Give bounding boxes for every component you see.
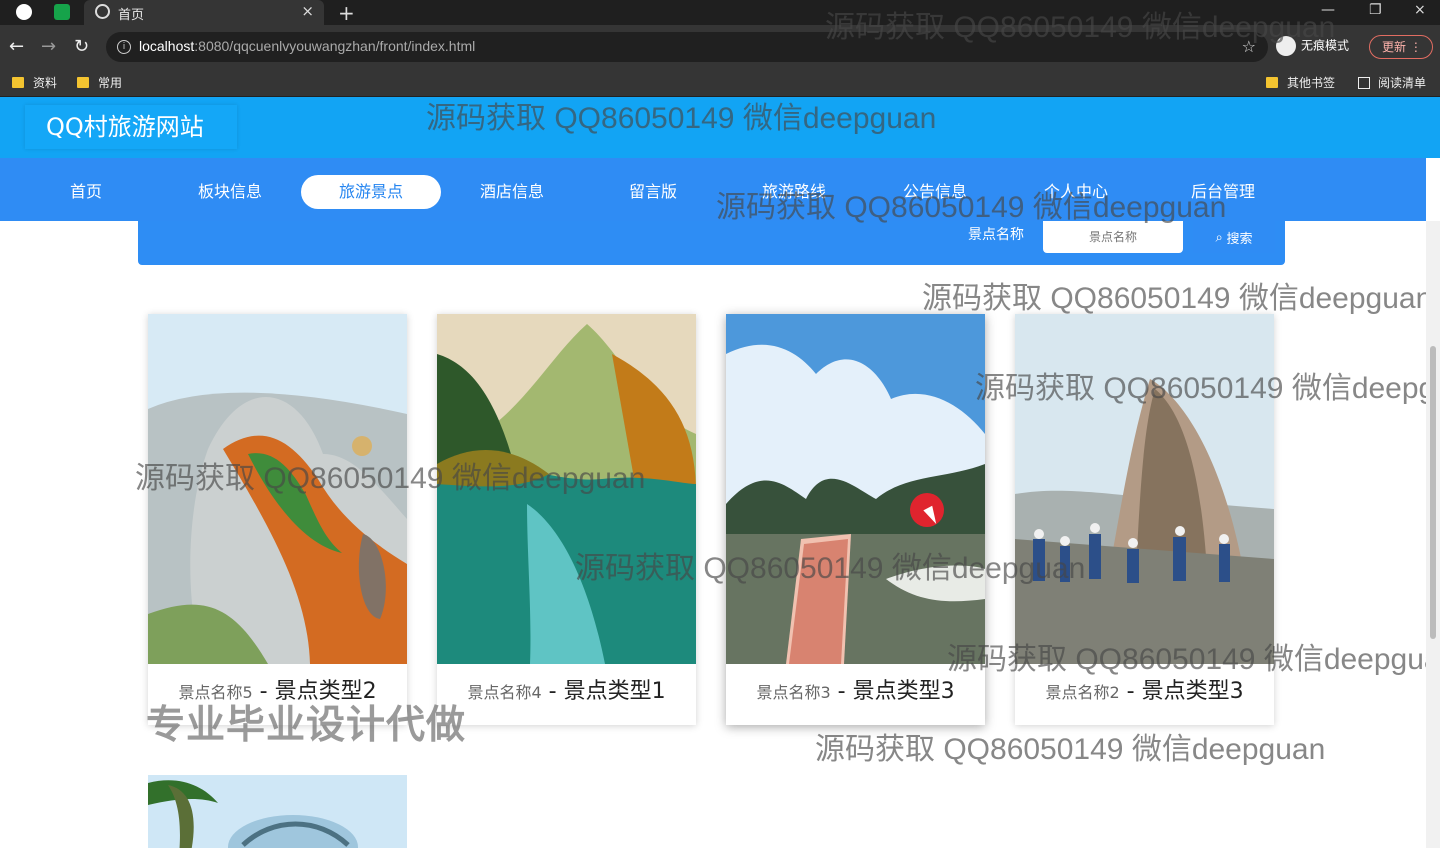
browser-address-row: ← → ↻ i localhost:8080/qqcuenlvyouwangzh… (0, 25, 1440, 68)
bookmark-folder-common[interactable]: 常用 (77, 74, 122, 91)
info-icon[interactable]: i (117, 40, 131, 54)
search-button[interactable]: ⌕ 搜索 (1193, 221, 1275, 253)
bookmarks-bar: 资料 常用 其他书签 阅读清单 (0, 68, 1440, 97)
reading-list-icon (1358, 77, 1370, 89)
new-tab-icon[interactable]: + (338, 1, 355, 25)
minimize-icon[interactable]: — (1321, 2, 1335, 18)
folder-icon (1266, 77, 1278, 88)
attraction-caption: 景点名称4 - 景点类型1 (467, 679, 666, 704)
attraction-image[interactable] (437, 314, 696, 664)
browser-tab-strip: 首页 × + — ❐ × (0, 0, 1440, 25)
nav-home[interactable]: 首页 (16, 175, 156, 209)
other-bookmarks[interactable]: 其他书签 (1266, 74, 1335, 91)
watermark: 源码获取 QQ86050149 微信deepguan (815, 733, 1326, 766)
main-navigation: 首页 板块信息 旅游景点 酒店信息 留言版 旅游路线 公告信息 个人中心 后台管… (0, 158, 1426, 221)
big-watermark: 专业毕业设计代做 (146, 703, 467, 748)
attraction-image[interactable] (1015, 314, 1274, 664)
nav-travel-routes[interactable]: 旅游路线 (724, 175, 864, 209)
incognito-mode[interactable]: 无痕模式 (1276, 36, 1349, 56)
url-text[interactable]: localhost:8080/qqcuenlvyouwangzhan/front… (139, 38, 475, 54)
incognito-icon (1276, 36, 1296, 56)
search-icon: ⌕ (1215, 229, 1223, 244)
attraction-caption: 景点名称3 - 景点类型3 (756, 679, 955, 704)
back-icon[interactable]: ← (9, 36, 24, 57)
nav-personal-center[interactable]: 个人中心 (1006, 175, 1146, 209)
address-bar[interactable]: i localhost:8080/qqcuenlvyouwangzhan/fro… (106, 32, 1268, 62)
attraction-image[interactable] (726, 314, 985, 664)
search-input[interactable] (1043, 221, 1183, 253)
update-button[interactable]: 更新 ⋮ (1369, 35, 1433, 59)
folder-icon (77, 77, 89, 88)
nav-admin[interactable]: 后台管理 (1153, 175, 1293, 209)
attraction-image[interactable] (148, 314, 407, 664)
active-browser-tab[interactable]: 首页 × (84, 0, 324, 25)
refresh-icon[interactable]: ↻ (74, 36, 89, 57)
page-globe-icon (95, 4, 110, 19)
tab-title: 首页 (118, 8, 145, 23)
attraction-card[interactable]: 景点名称4 - 景点类型1 (437, 314, 696, 725)
bookmark-star-icon[interactable]: ☆ (1242, 37, 1256, 56)
browser-globe-icon[interactable] (16, 4, 32, 20)
close-window-icon[interactable]: × (1414, 2, 1426, 18)
attraction-image-partial[interactable] (148, 775, 407, 848)
close-tab-icon[interactable]: × (301, 2, 314, 20)
page-scrollbar[interactable] (1426, 221, 1440, 848)
attraction-card[interactable]: 景点名称3 - 景点类型3 (726, 314, 985, 725)
search-panel: 景点名称 ⌕ 搜索 (138, 221, 1285, 265)
folder-icon (12, 77, 24, 88)
reading-list[interactable]: 阅读清单 (1358, 74, 1426, 91)
nav-tourist-attractions[interactable]: 旅游景点 (301, 175, 441, 209)
scrollbar-thumb[interactable] (1430, 346, 1436, 639)
watermark: 源码获取 QQ86050149 微信deepguan (922, 282, 1433, 315)
restore-icon[interactable]: ❐ (1369, 2, 1382, 18)
site-header: QQ村旅游网站 (0, 97, 1440, 158)
forward-icon[interactable]: → (41, 36, 56, 57)
attraction-caption: 景点名称2 - 景点类型3 (1045, 679, 1244, 704)
nav-message-board[interactable]: 留言版 (583, 175, 723, 209)
bookmark-folder-materials[interactable]: 资料 (12, 74, 57, 91)
site-title[interactable]: QQ村旅游网站 (25, 105, 237, 149)
attraction-card[interactable]: 景点名称5 - 景点类型2 (148, 314, 407, 725)
webpage: QQ村旅游网站 首页 板块信息 旅游景点 酒店信息 留言版 旅游路线 公告信息 … (0, 97, 1440, 848)
nav-hotel-info[interactable]: 酒店信息 (442, 175, 582, 209)
search-label: 景点名称 (968, 227, 1024, 243)
attraction-card[interactable]: 景点名称2 - 景点类型3 (1015, 314, 1274, 725)
nav-board-info[interactable]: 板块信息 (160, 175, 300, 209)
spreadsheet-tab-icon[interactable] (54, 4, 70, 20)
nav-announcements[interactable]: 公告信息 (865, 175, 1005, 209)
